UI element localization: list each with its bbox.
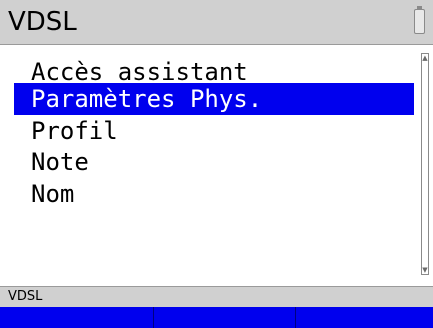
menu-list: Accès assistant Paramètres Phys. Profil … xyxy=(0,45,433,285)
menu-item-note[interactable]: Note xyxy=(14,146,414,178)
scroll-down-icon[interactable]: ▼ xyxy=(422,266,428,274)
softkey-left[interactable] xyxy=(0,307,153,328)
scroll-up-icon[interactable]: ▲ xyxy=(422,54,428,62)
menu-item-label: Profil xyxy=(31,117,118,145)
menu-item-label: Accès assistant xyxy=(31,58,248,86)
menu-item-parametres-phys[interactable]: Paramètres Phys. xyxy=(14,83,414,115)
battery-icon xyxy=(414,9,425,34)
softkey-bar xyxy=(0,307,433,328)
page-title: VDSL xyxy=(8,7,77,37)
scrollbar[interactable]: ▲ ▼ xyxy=(421,53,429,275)
status-text: VDSL xyxy=(8,289,43,304)
device-screen: VDSL Accès assistant Paramètres Phys. Pr… xyxy=(0,0,433,328)
status-bar: VDSL xyxy=(0,286,433,307)
menu-item-label: Nom xyxy=(31,180,75,208)
menu-item-profil[interactable]: Profil xyxy=(14,115,414,147)
softkey-middle[interactable] xyxy=(154,307,295,328)
softkey-right[interactable] xyxy=(296,307,433,328)
menu-item-label: Note xyxy=(31,148,89,176)
menu-item-nom[interactable]: Nom xyxy=(14,178,414,210)
menu-item-label: Paramètres Phys. xyxy=(31,85,263,113)
title-bar: VDSL xyxy=(0,0,433,45)
